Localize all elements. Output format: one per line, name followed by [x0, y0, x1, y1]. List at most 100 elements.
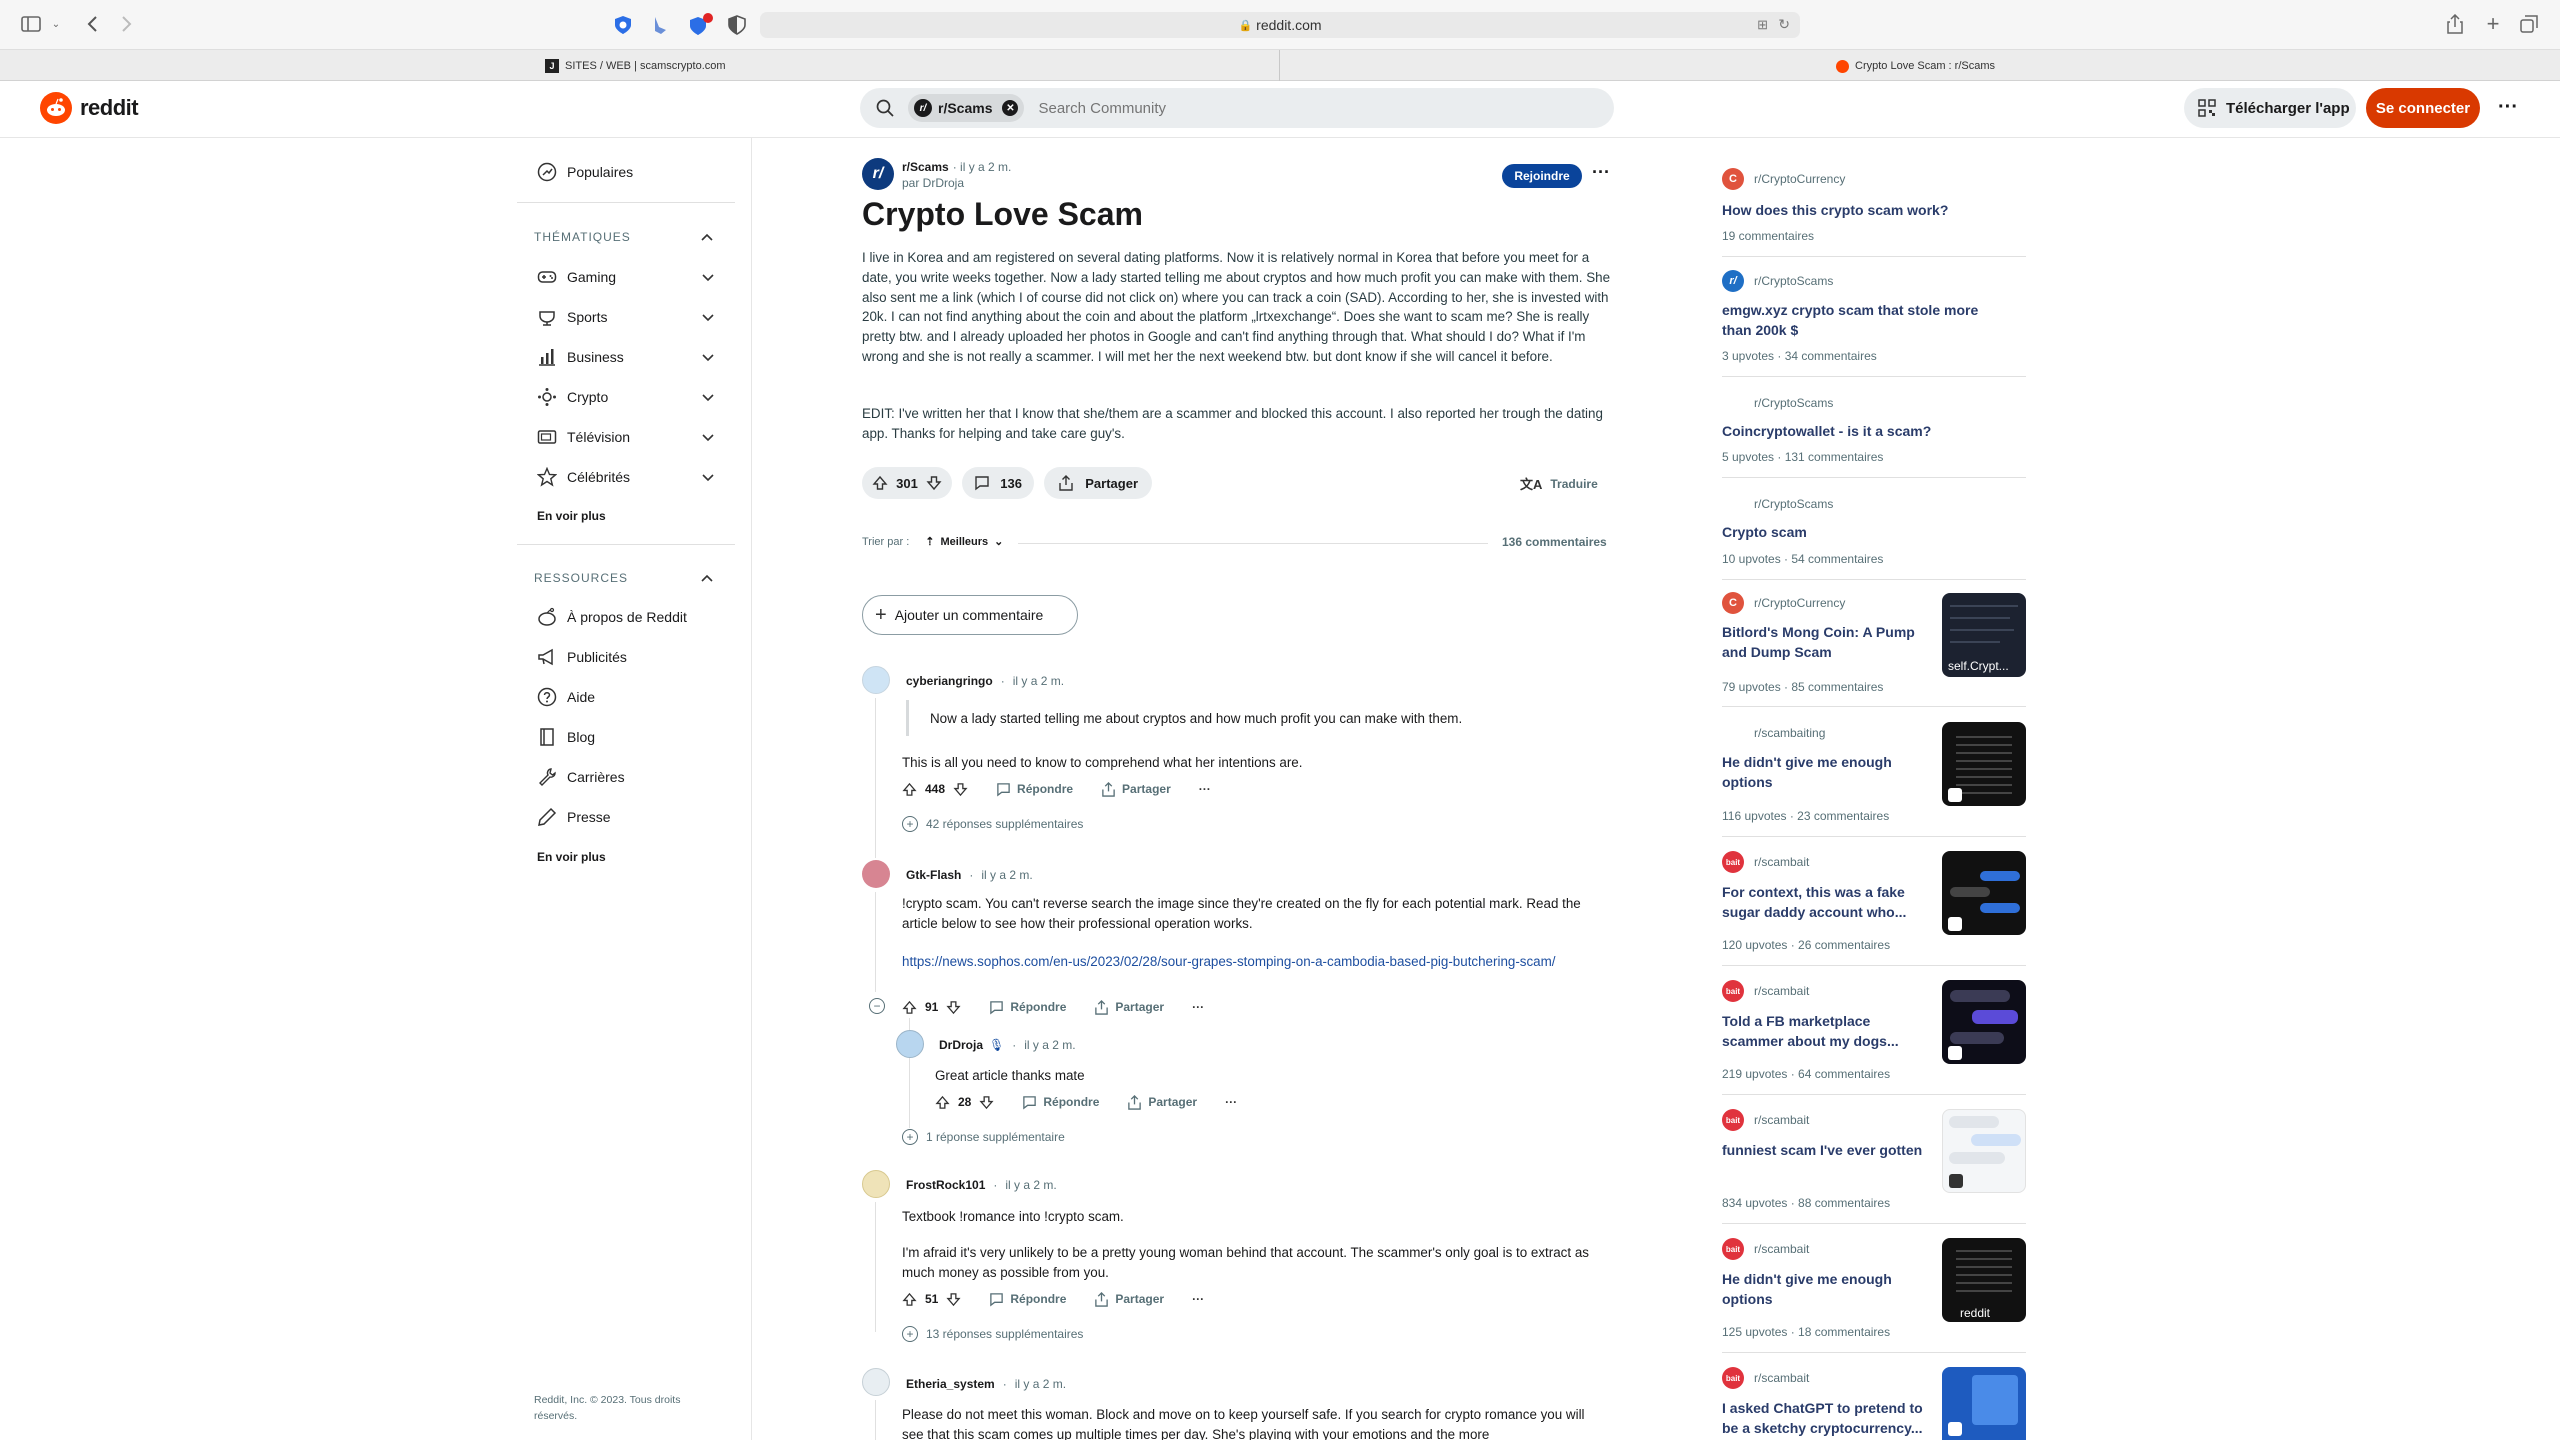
half-shield-icon[interactable] — [728, 15, 746, 35]
related-subreddit[interactable]: r/CryptoScams — [1722, 392, 1833, 414]
avatar[interactable] — [862, 860, 890, 888]
add-comment-button[interactable]: + Ajouter un commentaire — [862, 595, 1078, 635]
search-bar[interactable]: r/ r/Scams ✕ — [860, 88, 1614, 128]
tab-overview-icon[interactable] — [2518, 13, 2540, 35]
related-subreddit[interactable]: bait r/scambait — [1722, 980, 1809, 1002]
downvote-icon[interactable] — [946, 1292, 961, 1307]
related-subreddit[interactable]: r/scambaiting — [1722, 722, 1825, 744]
translate-button[interactable]: 文A Traduire — [1520, 474, 1598, 493]
comment-username[interactable]: cyberiangringo — [906, 674, 993, 688]
nav-topic-sports[interactable]: Sports — [537, 297, 737, 337]
upvote-icon[interactable] — [935, 1095, 950, 1110]
reply-button[interactable]: Répondre — [996, 782, 1073, 797]
topics-see-more-link[interactable]: En voir plus — [537, 509, 606, 523]
reply-button[interactable]: Répondre — [989, 1292, 1066, 1307]
subreddit-avatar-icon[interactable]: r/ — [862, 158, 894, 190]
related-subreddit[interactable]: bait r/scambait — [1722, 1238, 1809, 1260]
related-title[interactable]: How does this crypto scam work? — [1722, 200, 2022, 220]
share-button[interactable]: Partager — [1101, 781, 1171, 797]
collapse-icon[interactable]: − — [869, 998, 885, 1014]
reddit-logo[interactable]: reddit — [40, 92, 139, 124]
related-title[interactable]: I asked ChatGPT to pretend to be a sketc… — [1722, 1398, 1932, 1438]
related-subreddit[interactable]: C r/CryptoCurrency — [1722, 168, 1845, 190]
related-title[interactable]: funniest scam I've ever gotten — [1722, 1140, 1932, 1160]
back-icon[interactable] — [82, 13, 102, 35]
comment-more-icon[interactable]: ··· — [1192, 1000, 1204, 1014]
related-thumbnail[interactable] — [1942, 851, 2026, 935]
nav-press[interactable]: Presse — [537, 797, 737, 837]
downvote-icon[interactable] — [979, 1095, 994, 1110]
related-title[interactable]: He didn't give me enough options — [1722, 1269, 1932, 1309]
downvote-icon[interactable] — [926, 475, 942, 491]
nav-about-reddit[interactable]: À propos de Reddit — [537, 597, 737, 637]
comment-more-icon[interactable]: ··· — [1199, 782, 1211, 796]
bing-extension-icon[interactable] — [652, 15, 668, 35]
address-bar[interactable]: 🔒 reddit.com ⊞ ↻ — [760, 12, 1800, 38]
shield-extension-icon[interactable] — [614, 15, 632, 35]
tab-crypto-love-scam[interactable]: Crypto Love Scam : r/Scams — [1836, 57, 1995, 75]
downvote-icon[interactable] — [953, 782, 968, 797]
related-subreddit[interactable]: bait r/scambait — [1722, 1109, 1809, 1131]
comment-username[interactable]: DrDroja — [939, 1038, 983, 1052]
search-input[interactable] — [1038, 99, 1539, 117]
related-title[interactable]: Told a FB marketplace scammer about my d… — [1722, 1011, 1932, 1051]
related-thumbnail[interactable] — [1942, 1109, 2026, 1193]
related-thumbnail[interactable]: reddit — [1942, 1238, 2026, 1322]
share-button[interactable]: Partager — [1094, 999, 1164, 1015]
related-subreddit[interactable]: C r/CryptoCurrency — [1722, 592, 1845, 614]
nav-help[interactable]: Aide — [537, 677, 737, 717]
upvote-icon[interactable] — [902, 1000, 917, 1015]
nav-careers[interactable]: Carrières — [537, 757, 737, 797]
join-button[interactable]: Rejoindre — [1502, 164, 1582, 188]
reload-icon[interactable]: ↻ — [1778, 16, 1790, 33]
post-author[interactable]: par DrDroja — [902, 176, 964, 190]
comment-username[interactable]: Gtk-Flash — [906, 868, 961, 882]
subreddit-link[interactable]: r/Scams — [902, 160, 949, 174]
sidebar-toggle-icon[interactable] — [20, 14, 42, 34]
more-replies-link[interactable]: + 13 réponses supplémentaires — [902, 1326, 1083, 1342]
chevron-down-icon[interactable]: ⌄ — [50, 16, 62, 32]
related-thumbnail[interactable] — [1942, 722, 2026, 806]
more-options-icon[interactable]: ··· — [2496, 96, 2520, 120]
download-app-button[interactable]: Télécharger l'app — [2184, 88, 2356, 128]
related-title[interactable]: Crypto scam — [1722, 522, 2022, 542]
related-title[interactable]: For context, this was a fake sugar daddy… — [1722, 882, 1932, 922]
upvote-icon[interactable] — [902, 782, 917, 797]
more-replies-link[interactable]: + 1 réponse supplémentaire — [902, 1129, 1065, 1145]
comment-username[interactable]: FrostRock101 — [906, 1178, 985, 1192]
related-subreddit[interactable]: r/ r/CryptoScams — [1722, 270, 1833, 292]
reply-button[interactable]: Répondre — [1022, 1095, 1099, 1110]
related-subreddit[interactable]: bait r/scambait — [1722, 1367, 1809, 1389]
nav-topic-crypto[interactable]: Crypto — [537, 377, 737, 417]
tab-scamscrypto[interactable]: J SITES / WEB | scamscrypto.com — [545, 57, 726, 75]
search-community-chip[interactable]: r/ r/Scams ✕ — [908, 94, 1025, 122]
nav-advertising[interactable]: Publicités — [537, 637, 737, 677]
close-icon[interactable]: ✕ — [1002, 100, 1019, 116]
post-comments-button[interactable]: 136 — [962, 467, 1034, 499]
related-thumbnail[interactable]: self.Crypt... — [1942, 593, 2026, 677]
sort-dropdown[interactable]: ⇡ Meilleurs ⌄ — [925, 535, 1003, 549]
comment-more-icon[interactable]: ··· — [1225, 1095, 1237, 1109]
chevron-up-icon[interactable] — [700, 571, 714, 585]
more-replies-link[interactable]: + 42 réponses supplémentaires — [902, 816, 1083, 832]
upvote-icon[interactable] — [872, 475, 888, 491]
nav-topic-celebrities[interactable]: Célébrités — [537, 457, 737, 497]
nav-topic-gaming[interactable]: Gaming — [537, 257, 737, 297]
related-thumbnail[interactable] — [1942, 1367, 2026, 1440]
related-subreddit[interactable]: bait r/scambait — [1722, 851, 1809, 873]
resources-see-more-link[interactable]: En voir plus — [537, 850, 606, 864]
related-title[interactable]: Bitlord's Mong Coin: A Pump and Dump Sca… — [1722, 622, 1932, 662]
nav-blog[interactable]: Blog — [537, 717, 737, 757]
upvote-icon[interactable] — [902, 1292, 917, 1307]
nav-topic-business[interactable]: Business — [537, 337, 737, 377]
related-title[interactable]: emgw.xyz crypto scam that stole more tha… — [1722, 300, 1992, 340]
related-title[interactable]: Coincryptowallet - is it a scam? — [1722, 421, 2022, 441]
share-button[interactable]: Partager — [1127, 1094, 1197, 1110]
forward-icon[interactable] — [117, 13, 137, 35]
avatar[interactable] — [896, 1030, 924, 1058]
share-icon[interactable] — [2444, 12, 2466, 36]
login-button[interactable]: Se connecter — [2366, 88, 2480, 128]
privacy-extension-icon[interactable] — [688, 13, 714, 37]
comment-username[interactable]: Etheria_system — [906, 1377, 995, 1391]
related-title[interactable]: He didn't give me enough options — [1722, 752, 1932, 792]
